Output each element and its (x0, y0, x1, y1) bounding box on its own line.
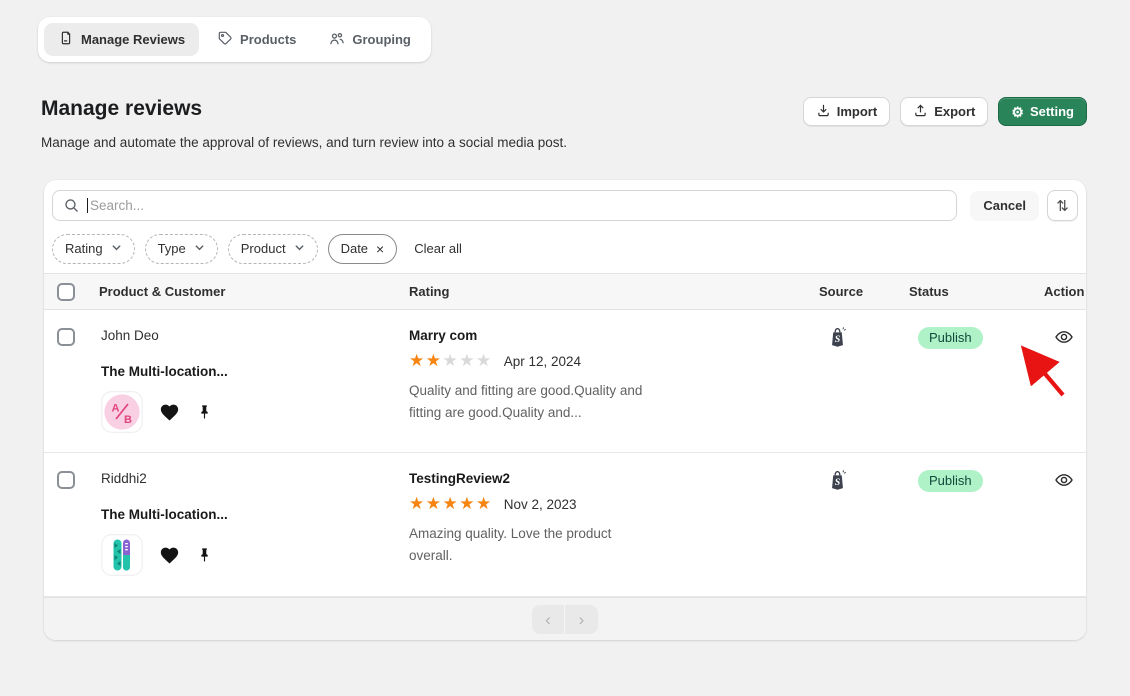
customer-name: Riddhi2 (101, 471, 408, 487)
chevron-down-icon (111, 241, 122, 256)
view-review-button[interactable] (1054, 470, 1074, 493)
heart-icon[interactable] (159, 545, 180, 566)
gear-icon: ⚙ (1011, 105, 1024, 119)
search-box (52, 190, 957, 221)
filter-chip-rating[interactable]: Rating (52, 234, 135, 264)
filter-row: Rating Type Product Date × Clear all (44, 230, 1086, 274)
chevron-down-icon (194, 241, 205, 256)
chevron-down-icon (294, 241, 305, 256)
column-header-rating[interactable]: Rating (408, 284, 776, 299)
select-all-checkbox[interactable] (57, 283, 75, 301)
header-actions: Import Export ⚙ Setting (803, 97, 1087, 126)
pagination-prev-button[interactable]: ‹ (532, 605, 565, 634)
search-icon (63, 197, 80, 219)
text-cursor (87, 198, 88, 213)
export-button[interactable]: Export (900, 97, 988, 126)
cancel-button[interactable]: Cancel (970, 191, 1039, 221)
import-button[interactable]: Import (803, 97, 890, 126)
column-header-status[interactable]: Status (866, 284, 1000, 299)
svg-text:S: S (835, 334, 841, 345)
tab-label: Grouping (352, 32, 411, 47)
review-date: Apr 12, 2024 (504, 354, 581, 369)
pagination-next-button[interactable]: › (565, 605, 598, 634)
customer-name: John Deo (101, 328, 408, 344)
review-text: Amazing quality. Love the product overal… (409, 523, 654, 566)
row-checkbox[interactable] (57, 328, 75, 346)
svg-text:S: S (835, 477, 841, 488)
search-input[interactable] (52, 190, 957, 221)
column-header-product-customer[interactable]: Product & Customer (96, 284, 408, 299)
pin-icon[interactable] (196, 402, 213, 423)
product-thumbnail-ab-badge[interactable]: A B (101, 391, 143, 433)
pagination-footer: ‹ › (44, 597, 1086, 640)
clear-all-button[interactable]: Clear all (414, 241, 462, 256)
column-header-source[interactable]: Source (776, 284, 866, 299)
sort-icon: ⇅ (1056, 197, 1069, 215)
star-rating: ★★★★★ (409, 495, 493, 514)
status-badge: Publish (918, 327, 983, 349)
filter-chip-product[interactable]: Product (228, 234, 318, 264)
review-title: TestingReview2 (409, 471, 776, 487)
table-row: Riddhi2 The Multi-location... (44, 453, 1086, 597)
svg-text:B: B (124, 414, 132, 426)
search-row: Cancel ⇅ (44, 180, 1086, 230)
star-rating: ★★★★★ (409, 352, 493, 371)
row-checkbox[interactable] (57, 471, 75, 489)
column-header-action[interactable]: Action (1000, 284, 1086, 299)
eye-icon (1054, 327, 1074, 350)
status-badge: Publish (918, 470, 983, 492)
review-text: Quality and fitting are good.Quality and… (409, 380, 654, 423)
view-review-button[interactable] (1054, 327, 1074, 350)
shopify-source-icon: S (826, 479, 849, 496)
tab-products[interactable]: Products (203, 23, 310, 56)
page-subtitle: Manage and automate the approval of revi… (41, 135, 567, 150)
tab-label: Products (240, 32, 296, 47)
pin-icon[interactable] (196, 545, 213, 566)
filter-chip-type[interactable]: Type (145, 234, 218, 264)
tab-manage-reviews[interactable]: Manage Reviews (44, 23, 199, 56)
reviews-card: Cancel ⇅ Rating Type Product Date × (44, 180, 1086, 640)
review-title: Marry com (409, 328, 776, 344)
table-header: Product & Customer Rating Source Status … (44, 274, 1086, 310)
review-date: Nov 2, 2023 (504, 497, 577, 512)
svg-text:A: A (112, 403, 120, 415)
app-tabbar: Manage Reviews Products Grouping (38, 17, 431, 62)
tab-label: Manage Reviews (81, 32, 185, 47)
product-title[interactable]: The Multi-location... (101, 507, 408, 523)
eye-icon (1054, 470, 1074, 493)
remove-filter-icon[interactable]: × (376, 241, 384, 257)
filter-chip-date[interactable]: Date × (328, 234, 398, 264)
document-icon (58, 30, 74, 49)
page-title: Manage reviews (41, 97, 202, 121)
download-icon (816, 103, 831, 121)
setting-button[interactable]: ⚙ Setting (998, 97, 1087, 126)
table-row: John Deo The Multi-location... A B (44, 310, 1086, 453)
sort-button[interactable]: ⇅ (1047, 190, 1078, 221)
upload-icon (913, 103, 928, 121)
product-title[interactable]: The Multi-location... (101, 364, 408, 380)
tab-grouping[interactable]: Grouping (314, 23, 425, 56)
shopify-source-icon: S (826, 336, 849, 353)
tag-icon (217, 30, 233, 49)
product-thumbnail-snowboard[interactable] (101, 534, 143, 576)
group-icon (328, 30, 345, 50)
heart-icon[interactable] (159, 402, 180, 423)
